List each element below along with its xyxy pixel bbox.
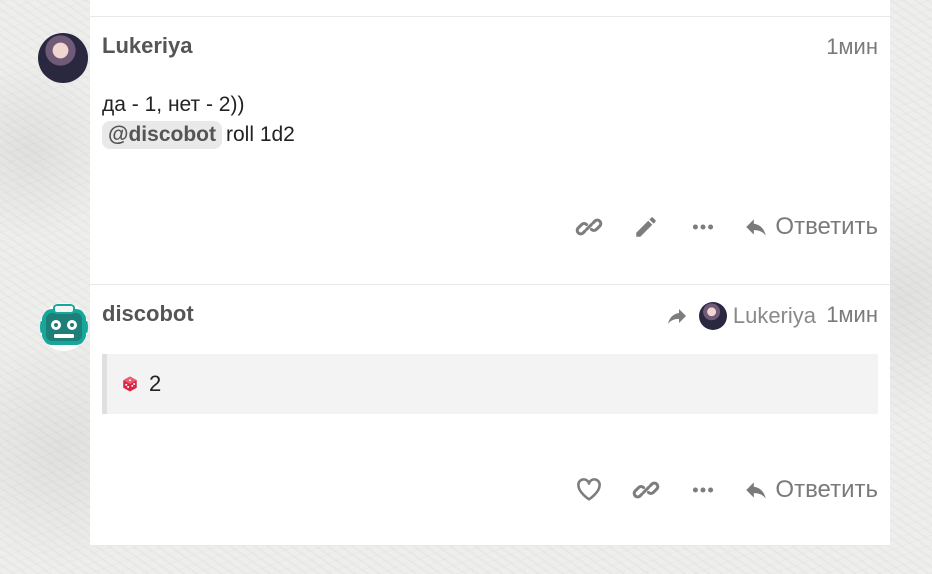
post-time[interactable]: 1мин [826,34,878,60]
reply-to-username: Lukeriya [732,303,816,328]
reply-arrow-icon [667,309,686,324]
post-body-line: да - 1, нет - 2)) [102,93,245,116]
reply-button[interactable]: Ответить [731,213,878,241]
more-icon[interactable] [674,208,731,246]
post-body-text: roll 1d2 [225,123,295,146]
reply-icon [746,219,767,236]
avatar[interactable] [40,303,88,351]
reply-button[interactable]: Ответить [731,476,878,504]
reply-label: Ответить [775,476,878,503]
post-actions: Ответить [560,208,878,246]
post-time[interactable]: 1мин [826,302,878,328]
link-icon[interactable] [560,208,617,246]
heart-icon[interactable] [560,471,617,509]
more-icon[interactable] [674,471,731,509]
dice-result-value: 2 [149,371,162,396]
post-divider [38,545,890,546]
link-icon[interactable] [617,471,674,509]
user-mention[interactable]: @discobot [102,121,222,149]
post-divider [90,284,890,285]
reply-icon [746,482,767,499]
reply-label: Ответить [775,213,878,240]
avatar[interactable] [38,33,88,83]
dice-icon [123,376,137,392]
reply-to-indicator[interactable]: Lukeriya [665,302,816,330]
post-username[interactable]: discobot [102,301,194,327]
post-body-line: @discobot roll 1d2 [102,121,295,149]
post-actions: Ответить [560,471,878,509]
reply-avatar [698,302,727,330]
post-username[interactable]: Lukeriya [102,33,193,59]
dice-result-quote: 2 [102,354,878,414]
post-divider [90,16,890,17]
topic-column [90,0,890,545]
pencil-icon[interactable] [617,208,674,246]
